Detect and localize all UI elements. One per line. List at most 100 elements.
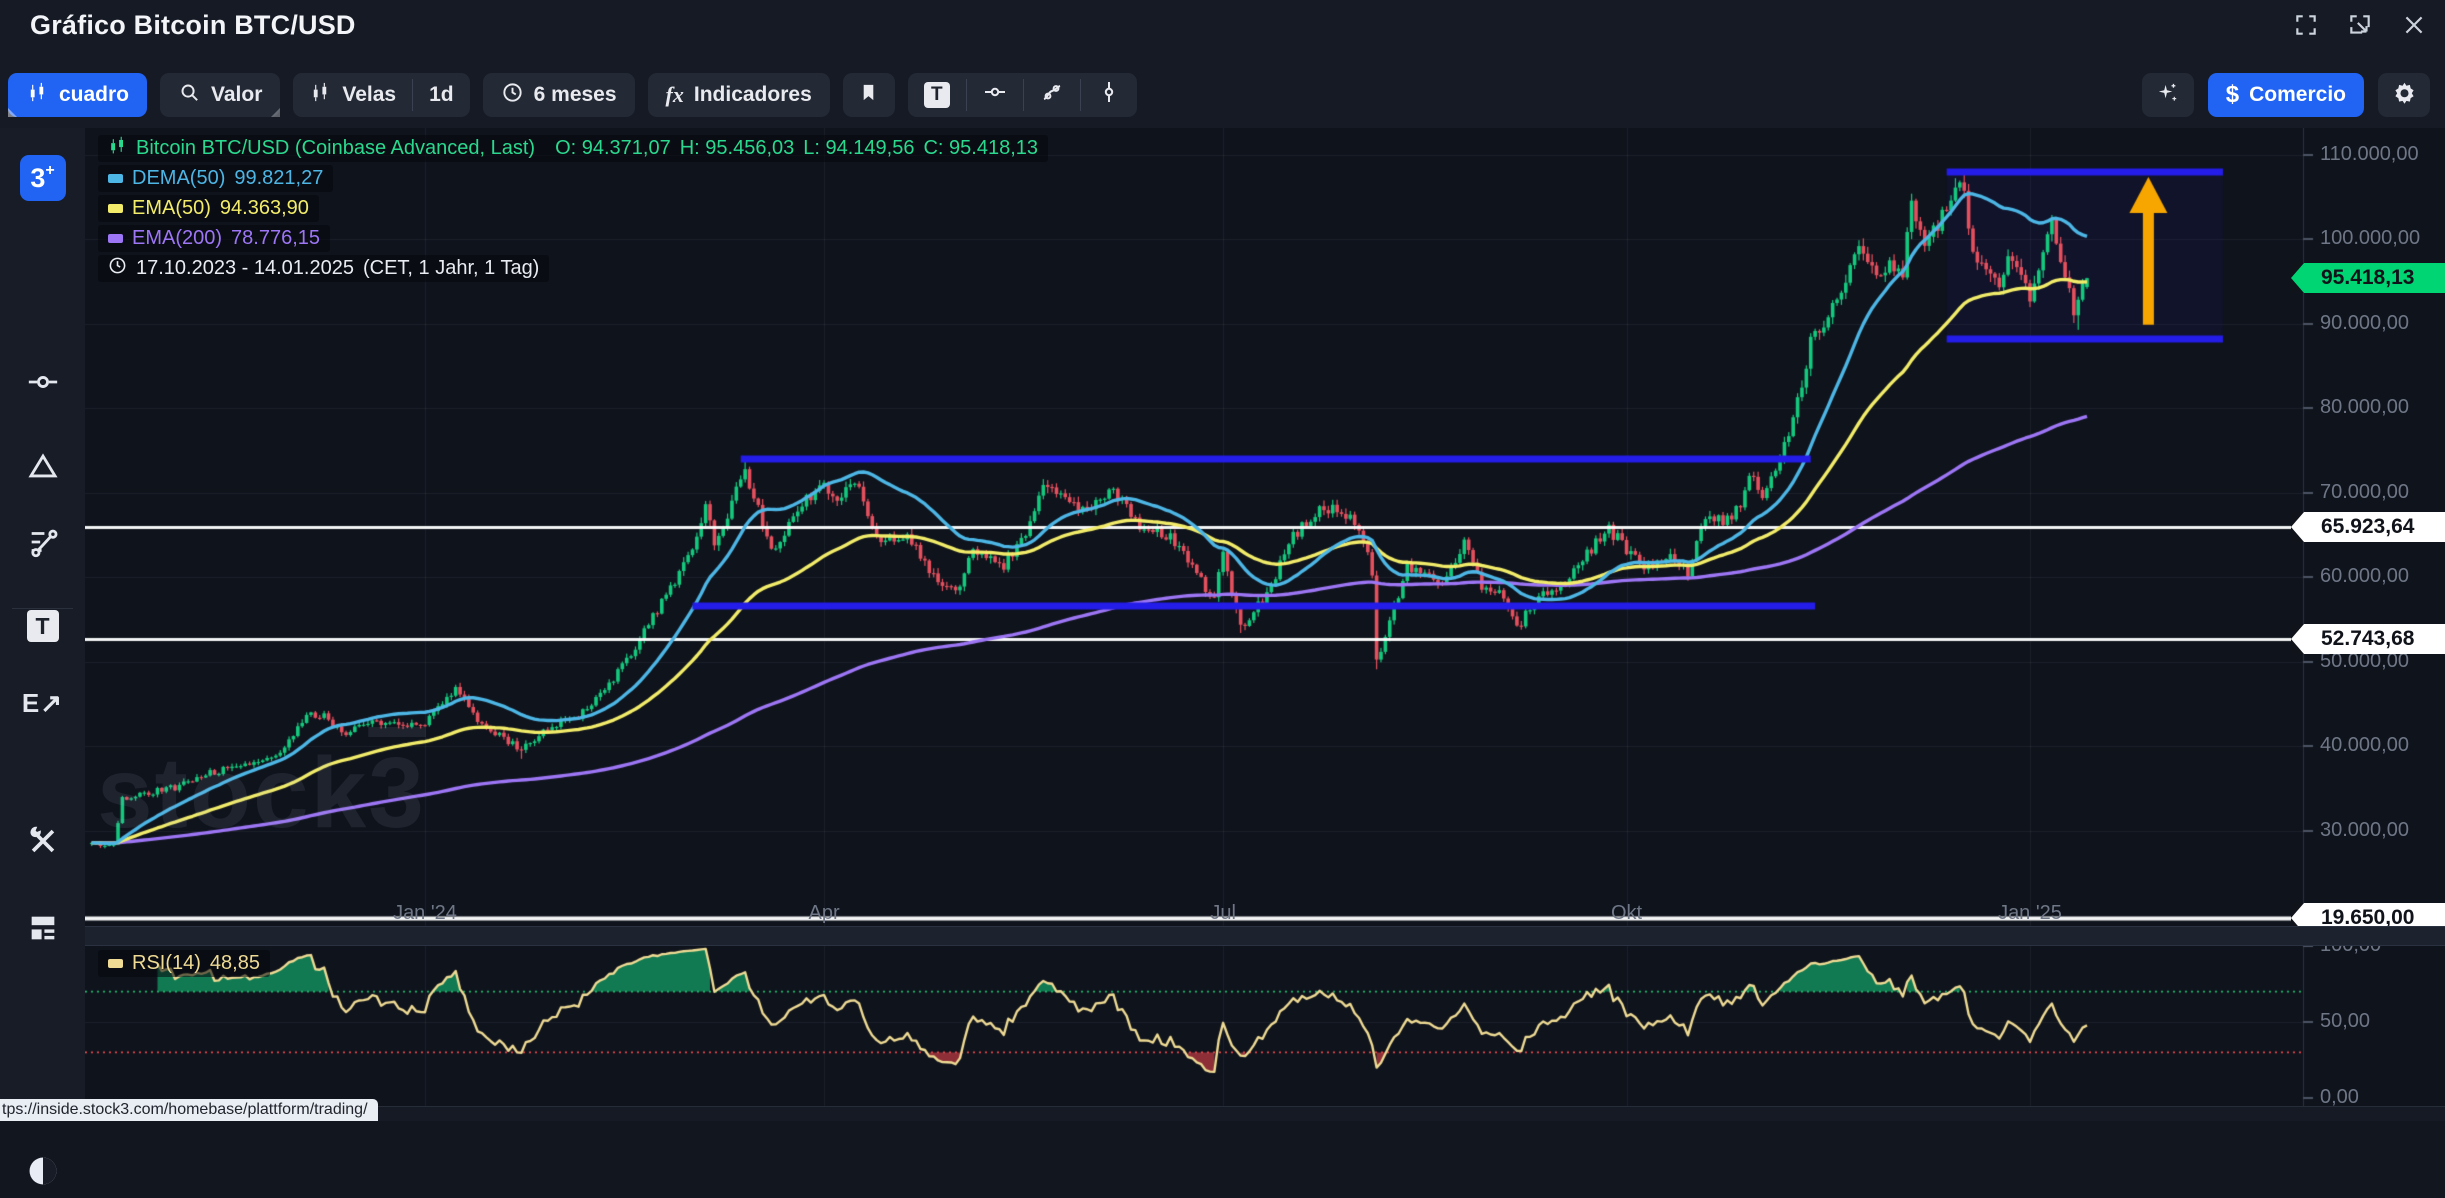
- chart-layout-button[interactable]: cuadro: [8, 73, 147, 117]
- sidebar-item-theme-toggle[interactable]: [0, 1148, 85, 1198]
- fullscreen-icon[interactable]: [2291, 10, 2321, 40]
- sidebar-item-triangle-pattern[interactable]: [0, 443, 85, 493]
- ohlc-high: H: 95.456,03: [680, 137, 795, 160]
- horizontal-line-tool-button[interactable]: [967, 73, 1023, 117]
- dollar-icon: $: [2226, 81, 2239, 109]
- divider: [12, 608, 73, 609]
- x-axis-label: Apr: [808, 902, 839, 925]
- ohlc-close: C: 95.418,13: [923, 137, 1038, 160]
- legend-ema200-row[interactable]: EMA(200) 78.776,15: [98, 225, 330, 252]
- bookmark-templates-button[interactable]: [843, 73, 895, 117]
- price-level-badge: 52.743,68: [2304, 624, 2445, 654]
- legend-ema50-row[interactable]: EMA(50) 94.363,90: [98, 195, 319, 222]
- y-axis-label: 100.000,00: [2320, 227, 2420, 250]
- sidebar-item-tools[interactable]: [0, 818, 85, 868]
- contrast-icon: [26, 1154, 60, 1193]
- toolbar: cuadro Valor Velas 1d 6 meses: [8, 72, 1137, 118]
- y-axis-label: 60.000,00: [2320, 565, 2409, 588]
- legend-dema-row[interactable]: DEMA(50) 99.821,27: [98, 165, 333, 192]
- sidebar-item-event-study[interactable]: E↗: [0, 678, 85, 728]
- chart-type-button[interactable]: Velas: [293, 73, 412, 117]
- triangle-icon: [26, 449, 60, 488]
- chart-layout-label: cuadro: [59, 83, 129, 107]
- symbol-search-button[interactable]: Valor: [160, 73, 280, 117]
- legend-rsi-row[interactable]: RSI(14) 48,85: [98, 950, 270, 977]
- chart-area: stock3 Bitcoin BTC/USD (Coinbase Advance…: [85, 128, 2445, 1107]
- ema50-name: EMA(50): [132, 197, 211, 220]
- layout-icon: [26, 911, 60, 950]
- interval-button[interactable]: 1d: [413, 73, 470, 117]
- y-axis-label: 90.000,00: [2320, 312, 2409, 335]
- horizontal-line-icon: [26, 365, 60, 404]
- gear-icon: [2393, 81, 2416, 110]
- page-title: Gráfico Bitcoin BTC/USD: [30, 10, 356, 41]
- date-range-button[interactable]: 6 meses: [483, 73, 635, 117]
- settings-button[interactable]: [2378, 73, 2430, 117]
- date-range-label: 6 meses: [534, 83, 617, 107]
- event-arrow-icon: E↗: [22, 688, 63, 719]
- symbol-title: Bitcoin BTC/USD (Coinbase Advanced, Last…: [136, 137, 535, 160]
- chart-legend: Bitcoin BTC/USD (Coinbase Advanced, Last…: [98, 135, 1048, 282]
- ema50-value: 94.363,90: [220, 197, 309, 220]
- date-range-text: 17.10.2023 - 14.01.2025: [136, 257, 354, 280]
- ema200-swatch-icon: [108, 234, 123, 243]
- close-icon[interactable]: [2399, 10, 2429, 40]
- bookmark-icon: [857, 81, 880, 110]
- trade-button[interactable]: $ Comercio: [2208, 73, 2364, 117]
- rsi-axis-label: 0,00: [2320, 1086, 2359, 1109]
- candlestick-icon: [108, 136, 127, 161]
- indicators-label: Indicadores: [694, 83, 812, 107]
- curve-tool-button[interactable]: [1024, 73, 1080, 117]
- text-tool-icon: T: [27, 610, 59, 642]
- watermark: stock3: [97, 736, 426, 851]
- pane-separator[interactable]: [85, 926, 2445, 946]
- ai-magic-button[interactable]: [2142, 73, 2194, 117]
- x-axis-label: Jan '24: [393, 902, 457, 925]
- window-controls: [2291, 10, 2429, 40]
- ohlc-open: O: 94.371,07: [555, 137, 671, 160]
- legend-daterange-row: 17.10.2023 - 14.01.2025 (CET, 1 Jahr, 1 …: [98, 255, 549, 282]
- rsi-axis-label: 50,00: [2320, 1010, 2370, 1033]
- rsi-swatch-icon: [108, 959, 123, 968]
- sidebar-item-stock3[interactable]: 3+: [0, 153, 85, 203]
- candlestick-icon: [26, 81, 49, 110]
- titlebar: Gráfico Bitcoin BTC/USD: [0, 0, 2445, 48]
- search-icon: [178, 81, 201, 110]
- indicators-button[interactable]: fx Indicadores: [648, 73, 830, 117]
- stock3-logo-icon: 3+: [20, 155, 66, 201]
- y-axis-label: 40.000,00: [2320, 734, 2409, 757]
- trend-analysis-icon: [26, 525, 60, 564]
- y-axis-label: 80.000,00: [2320, 396, 2409, 419]
- legend-symbol-row[interactable]: Bitcoin BTC/USD (Coinbase Advanced, Last…: [98, 135, 1048, 162]
- date-range-meta: (CET, 1 Jahr, 1 Tag): [363, 257, 539, 280]
- ema200-name: EMA(200): [132, 227, 222, 250]
- sidebar-item-trend-analysis[interactable]: [0, 519, 85, 569]
- last-price-badge: 95.418,13: [2304, 263, 2445, 293]
- toolbar-right: $ Comercio: [2142, 72, 2430, 118]
- text-tool-button[interactable]: T: [908, 73, 966, 117]
- fx-icon: fx: [666, 82, 684, 108]
- trading-app-window: Gráfico Bitcoin BTC/USD cuadro Valor: [0, 0, 2445, 1121]
- dema-swatch-icon: [108, 174, 123, 183]
- clock-icon: [108, 256, 127, 281]
- curve-tool-icon: [1040, 80, 1064, 110]
- vertical-line-icon: [1097, 80, 1121, 110]
- drawing-tools-group: T: [908, 73, 1137, 117]
- sidebar-item-layout[interactable]: [0, 905, 85, 955]
- resize-window-icon[interactable]: [2345, 10, 2375, 40]
- sidebar: 3+ T E↗: [0, 128, 86, 1121]
- vertical-line-tool-button[interactable]: [1081, 73, 1137, 117]
- x-axis-label: Jan '25: [1998, 902, 2062, 925]
- sidebar-item-horizontal-line[interactable]: [0, 359, 85, 409]
- y-axis-label: 110.000,00: [2320, 143, 2419, 166]
- ema50-swatch-icon: [108, 204, 123, 213]
- dema-name: DEMA(50): [132, 167, 225, 190]
- ohlc-low: L: 94.149,56: [803, 137, 914, 160]
- tools-icon: [26, 824, 60, 863]
- price-level-badge: 65.923,64: [2304, 512, 2445, 542]
- rsi-value: 48,85: [210, 952, 260, 975]
- symbol-search-label: Valor: [211, 83, 262, 107]
- status-link-tooltip: tps://inside.stock3.com/homebase/plattfo…: [0, 1099, 378, 1121]
- clock-icon: [501, 81, 524, 110]
- x-axis-label: Jul: [1210, 902, 1236, 925]
